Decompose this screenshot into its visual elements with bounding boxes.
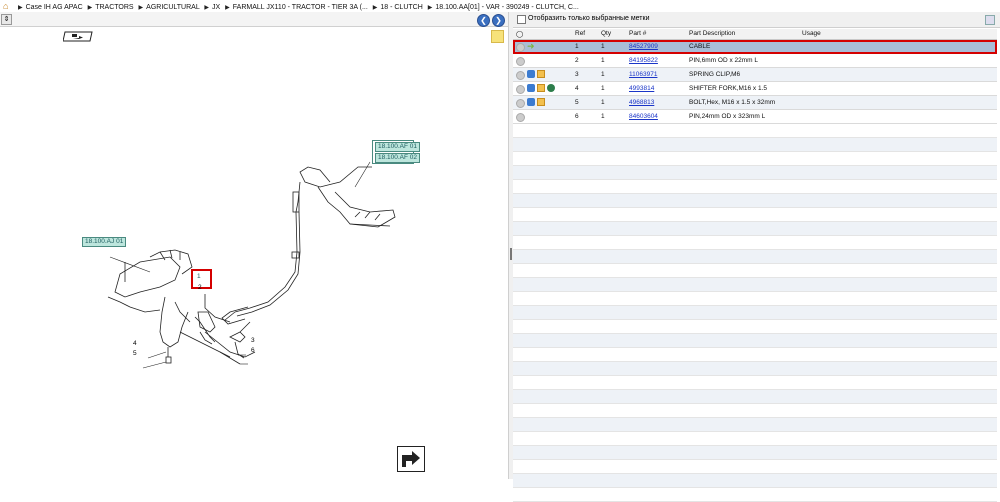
column-header-qty[interactable]: Qty <box>601 30 611 37</box>
callout-5[interactable]: 5 <box>133 350 137 357</box>
cell-part-link[interactable]: 4993814 <box>629 85 654 92</box>
cell-part-link[interactable]: 84195822 <box>629 57 658 64</box>
breadcrumb-separator: ▶ <box>225 5 230 11</box>
cell-description: SHIFTER FORK,M16 x 1.5 <box>689 85 768 92</box>
cell-qty: 1 <box>601 85 605 92</box>
breadcrumb-item-brand[interactable]: Case IH AG APAC <box>26 4 83 11</box>
pin-icon[interactable]: ⇕ <box>1 14 12 25</box>
cell-qty: 1 <box>601 99 605 106</box>
row-select-radio[interactable] <box>516 85 525 94</box>
row-icons <box>527 98 547 107</box>
breadcrumb-separator: ▶ <box>372 5 378 11</box>
callout-1[interactable]: 1 <box>197 273 201 280</box>
cell-description: PIN,6mm OD x 22mm L <box>689 57 758 64</box>
breadcrumb-item-section[interactable]: 18 - CLUTCH <box>380 4 422 11</box>
cell-part-link[interactable]: 4968813 <box>629 99 654 106</box>
filter-bar: Отобразить только выбранные метки <box>513 12 1000 28</box>
home-icon[interactable]: ⌂ <box>3 0 13 12</box>
parts-table-header: ◯ Ref Qty Part # Part Description Usage <box>513 29 997 40</box>
breadcrumb-item-page: 18.100.AA[01] - VAR - 390249 - CLUTCH, C… <box>435 4 579 11</box>
cell-ref: 2 <box>575 57 579 64</box>
column-header-part[interactable]: Part # <box>629 30 646 37</box>
table-row[interactable]: 5 1 4968813 BOLT,Hex, M16 x 1.5 x 32mm <box>513 96 997 110</box>
column-header-ref[interactable]: Ref <box>575 30 585 37</box>
globe-icon[interactable] <box>547 84 555 92</box>
info-icon[interactable] <box>527 70 535 78</box>
cell-qty: 1 <box>601 71 605 78</box>
breadcrumb-item-tractors[interactable]: TRACTORS <box>95 4 133 11</box>
callout-6[interactable]: 6 <box>251 347 255 354</box>
empty-rows <box>513 124 997 502</box>
callout-4[interactable]: 4 <box>133 340 137 347</box>
cell-ref: 4 <box>575 85 579 92</box>
exploded-parts-diagram <box>107 161 396 369</box>
table-row[interactable]: 6 1 84603604 PIN,24mm OD x 323mm L <box>513 110 997 124</box>
info-icon[interactable] <box>527 84 535 92</box>
breadcrumb: ⌂ ▶ Case IH AG APAC ▶ TRACTORS ▶ AGRICULTUR… <box>0 0 1000 12</box>
cell-part-link[interactable]: 84603604 <box>629 113 658 120</box>
reference-link-18-100-af-02[interactable]: 18.100.AF 02 <box>375 153 421 163</box>
cell-description: SPRING CLIP,M6 <box>689 71 741 78</box>
callout-3[interactable]: 3 <box>251 337 255 344</box>
table-row[interactable]: 3 1 11063971 SPRING CLIP,M6 <box>513 68 997 82</box>
cell-qty: 1 <box>601 57 605 64</box>
table-row[interactable]: 2 1 84195822 PIN,6mm OD x 22mm L <box>513 54 997 68</box>
diagram-toolbar: ⇕ ❮ ❯ <box>0 12 508 27</box>
row-select-radio[interactable] <box>516 57 525 66</box>
show-selected-only-checkbox[interactable] <box>517 15 526 24</box>
package-icon[interactable] <box>537 70 545 78</box>
cell-qty: 1 <box>601 113 605 120</box>
package-icon[interactable] <box>537 98 545 106</box>
breadcrumb-item-series[interactable]: JX <box>212 4 220 11</box>
reference-link-18-100-aj-01[interactable]: 18.100.AJ 01 <box>82 237 127 247</box>
grid-settings-icon[interactable] <box>985 15 995 25</box>
package-icon[interactable] <box>537 84 545 92</box>
column-header-usage[interactable]: Usage <box>802 30 821 37</box>
cell-part-link[interactable]: 11063971 <box>629 71 657 78</box>
callout-2[interactable]: 2 <box>198 284 202 291</box>
export-icon[interactable] <box>397 446 425 472</box>
row-icons <box>527 70 547 79</box>
row-select-radio[interactable] <box>516 113 525 122</box>
row-select-radio[interactable] <box>516 71 525 80</box>
splitter-grip-icon[interactable] <box>510 248 512 260</box>
cell-description: PIN,24mm OD x 323mm L <box>689 113 766 120</box>
parts-list-pane: Отобразить только выбранные метки ◯ Ref … <box>513 12 1000 502</box>
row-icons <box>527 84 557 93</box>
breadcrumb-separator: ▶ <box>87 5 93 11</box>
cell-description: BOLT,Hex, M16 x 1.5 x 32mm <box>689 99 776 106</box>
selected-row-highlight <box>513 40 997 54</box>
cell-ref: 6 <box>575 113 579 120</box>
show-selected-only-label[interactable]: Отобразить только выбранные метки <box>528 15 649 22</box>
header-select-icon[interactable]: ◯ <box>516 30 523 38</box>
reference-link-18-100-af-01[interactable]: 18.100.AF 01 <box>375 142 421 152</box>
parts-table: ◯ Ref Qty Part # Part Description Usage … <box>513 29 997 502</box>
breadcrumb-item-model[interactable]: FARMALL JX110 - TRACTOR - TIER 3A (... <box>233 4 368 11</box>
row-select-radio[interactable] <box>516 99 525 108</box>
table-row[interactable]: 4 1 4993814 SHIFTER FORK,M16 x 1.5 <box>513 82 997 96</box>
breadcrumb-item-agricultural[interactable]: AGRICULTURAL <box>146 4 199 11</box>
breadcrumb-separator: ▶ <box>138 5 144 11</box>
info-icon[interactable] <box>527 98 535 106</box>
column-header-description[interactable]: Part Description <box>689 30 735 37</box>
breadcrumb-separator: ▶ <box>427 5 433 11</box>
breadcrumb-separator: ▶ <box>204 5 210 11</box>
cell-ref: 5 <box>575 99 579 106</box>
diagram-pane: ⇕ ❮ ❯ 18.100.AF 01 18.100.AF 02 18.100.A… <box>0 12 508 479</box>
breadcrumb-separator: ▶ <box>17 5 23 11</box>
cell-ref: 3 <box>575 71 579 78</box>
